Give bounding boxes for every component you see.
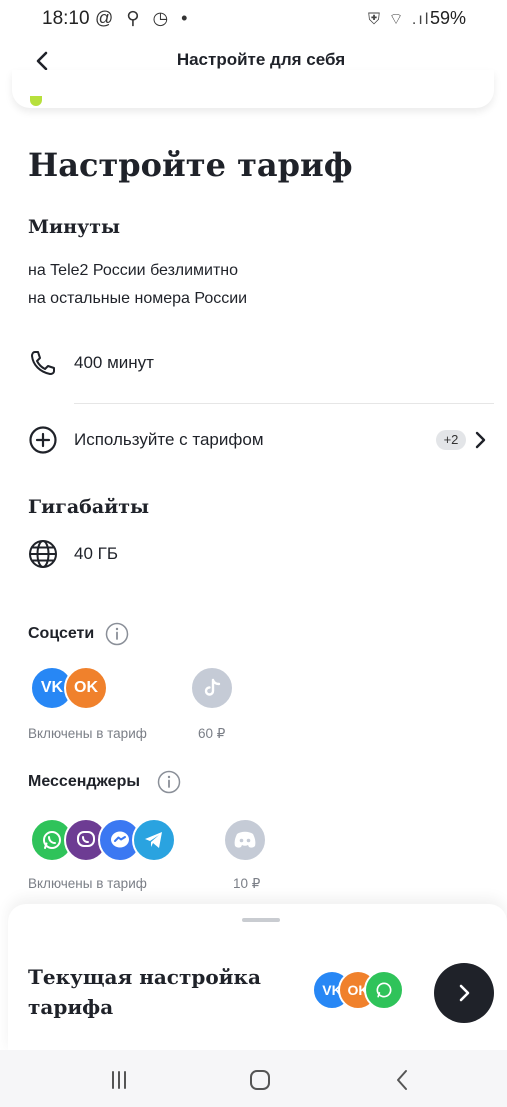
- sheet-title: Текущая настройка тарифа: [28, 965, 261, 1019]
- status-time: 18:10: [42, 8, 90, 29]
- discord-price: 10 ₽: [233, 876, 261, 891]
- odnoklassniki-icon[interactable]: OK: [64, 666, 108, 710]
- whatsapp-icon: [364, 970, 404, 1010]
- continue-button[interactable]: [434, 963, 494, 1023]
- accent-dot: [30, 96, 42, 106]
- battery-level: 59%: [430, 8, 467, 28]
- minutes-value[interactable]: 400 минут: [74, 353, 154, 373]
- info-icon[interactable]: [157, 770, 181, 794]
- minutes-description-line2: на остальные номера России: [28, 290, 248, 307]
- add-circle-icon[interactable]: [28, 425, 58, 455]
- previous-card-edge: [12, 70, 494, 108]
- addons-count-badge: +2: [436, 430, 466, 450]
- telegram-icon[interactable]: [132, 818, 176, 862]
- minutes-description-line1: на Tele2 России безлимитно: [28, 262, 239, 279]
- tiktok-icon[interactable]: [190, 666, 234, 710]
- status-bar: 18:10 @ ⚲ ◷ • ⛨ ⌔ .ıl 59%: [0, 0, 507, 40]
- chevron-right-icon[interactable]: [472, 430, 488, 450]
- tiktok-price: 60 ₽: [198, 726, 226, 741]
- phone-icon: [31, 351, 55, 375]
- chevron-right-icon: [459, 984, 470, 1002]
- signal-icons: ⛨ ⌔ .ıl: [368, 11, 431, 28]
- social-included-caption: Включены в тариф: [28, 726, 147, 741]
- notification-icons: @ ⚲ ◷ •: [95, 8, 192, 28]
- divider: [74, 403, 494, 404]
- messengers-title: Мессенджеры: [28, 773, 140, 790]
- addons-label[interactable]: Используйте с тарифом: [74, 430, 264, 450]
- header-title: Настройте для себя: [176, 50, 346, 69]
- gigabytes-value[interactable]: 40 ГБ: [74, 544, 118, 564]
- home-icon[interactable]: [245, 1066, 275, 1094]
- discord-icon[interactable]: [223, 818, 267, 862]
- sheet-drag-handle[interactable]: [242, 918, 280, 922]
- recent-apps-icon[interactable]: [104, 1066, 134, 1094]
- system-back-icon[interactable]: [388, 1066, 418, 1094]
- messengers-included-caption: Включены в тариф: [28, 876, 147, 891]
- globe-icon: [29, 540, 57, 568]
- gigabytes-title: Гигабайты: [28, 496, 150, 518]
- page-title: Настройте тариф: [28, 146, 353, 184]
- minutes-title: Минуты: [28, 216, 121, 238]
- social-title: Соцсети: [28, 625, 95, 642]
- info-icon[interactable]: [105, 622, 129, 646]
